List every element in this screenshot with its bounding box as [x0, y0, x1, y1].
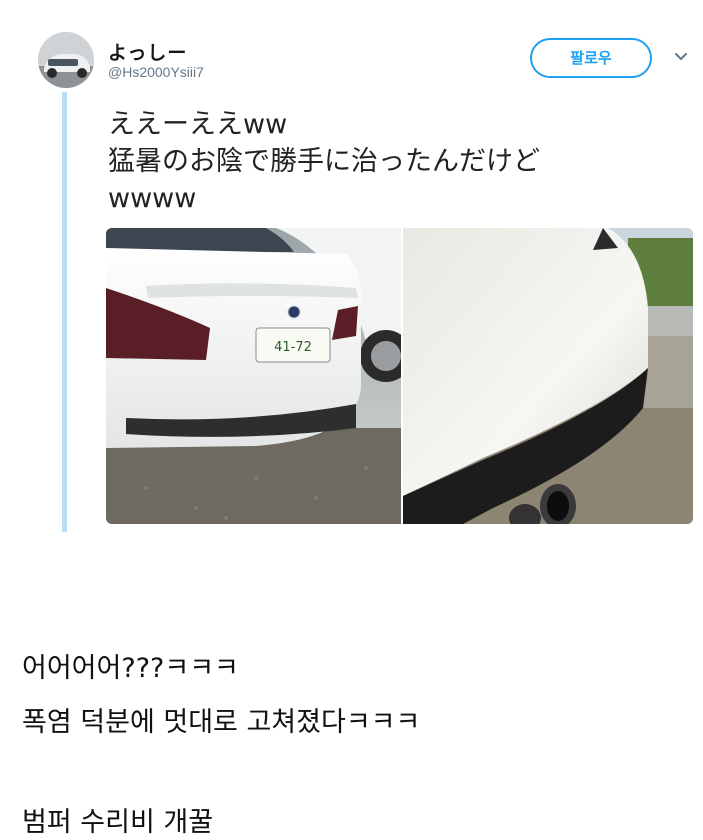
user-handle[interactable]: @Hs2000Ysiii7 [108, 64, 204, 80]
tweet-text: ええーええww 猛暑のお陰で勝手に治ったんだけど wwww [108, 109, 540, 214]
caption-line-1: 어어어어???ㅋㅋㅋ [22, 653, 239, 684]
chevron-down-icon[interactable] [672, 48, 690, 66]
license-plate: 41-72 [274, 340, 312, 355]
tweet-card: よっしー @Hs2000Ysiii7 팔로우 ええーええww 猛暑のお陰で勝手に… [0, 0, 703, 540]
avatar[interactable] [38, 32, 94, 88]
photo-car-rear[interactable]: 41-72 [106, 228, 401, 524]
thread-line [62, 92, 67, 532]
follow-button[interactable]: 팔로우 [530, 38, 652, 78]
caption-line-3: 범퍼 수리비 개꿀 [22, 807, 214, 838]
display-name[interactable]: よっしー [108, 38, 187, 65]
photo-bumper-closeup[interactable] [403, 228, 693, 524]
caption-line-2: 폭염 덕분에 멋대로 고쳐졌다ㅋㅋㅋ [22, 707, 421, 738]
media-grid: 41-72 [106, 228, 693, 524]
